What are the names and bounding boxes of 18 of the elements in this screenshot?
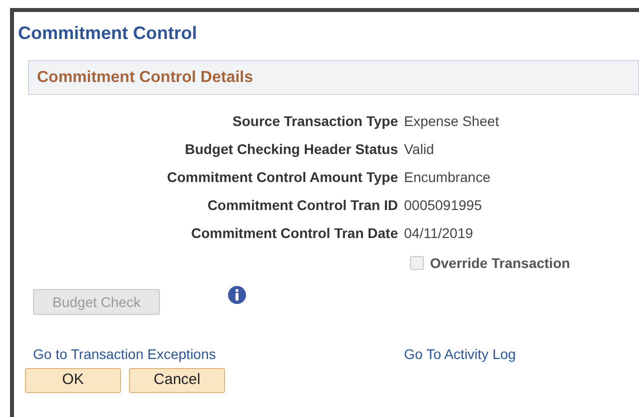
field-label: Commitment Control Amount Type xyxy=(166,168,398,187)
field-value: 0005091995 xyxy=(404,196,482,214)
field-value: Valid xyxy=(404,140,434,158)
field-value: Expense Sheet xyxy=(404,112,499,131)
info-icon[interactable] xyxy=(228,286,246,304)
override-label: Override Transaction xyxy=(430,254,570,272)
field-value: 04/11/2019 xyxy=(404,224,474,242)
field-label: Budget Checking Header Status xyxy=(184,140,398,159)
field-label: Source Transaction Type xyxy=(232,112,398,131)
transaction-exceptions-link[interactable]: Go to Transaction Exceptions xyxy=(33,344,404,365)
cancel-button[interactable]: Cancel xyxy=(129,368,225,393)
ok-button[interactable]: OK xyxy=(25,368,121,393)
field-value: Encumbrance xyxy=(404,168,490,186)
field-label: Commitment Control Tran Date xyxy=(190,224,398,242)
field-label: Commitment Control Tran ID xyxy=(206,196,398,214)
window-title: Commitment Control xyxy=(18,22,198,44)
section-title: Commitment Control Details xyxy=(37,68,254,88)
activity-log-link[interactable]: Go To Activity Log xyxy=(404,344,516,365)
